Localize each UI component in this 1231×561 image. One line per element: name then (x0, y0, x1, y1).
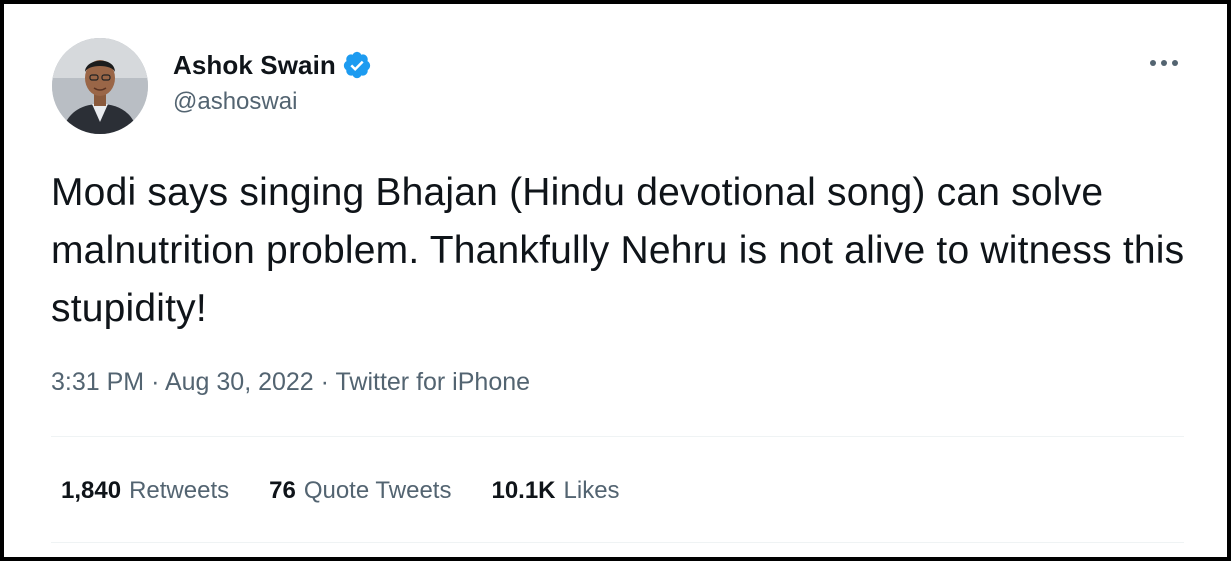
tweet-text: Modi says singing Bhajan (Hindu devotion… (51, 171, 1185, 330)
avatar-photo (52, 38, 148, 134)
more-options-icon (1150, 60, 1178, 66)
avatar[interactable] (52, 38, 148, 134)
tweet-stats: 1,840 Retweets 76 Quote Tweets 10.1K Likes (61, 477, 660, 505)
tweet-time[interactable]: 3:31 PM (51, 368, 144, 396)
author-name-row: Ashok Swain (173, 48, 372, 82)
meta-separator: · (151, 368, 160, 396)
divider (51, 436, 1184, 437)
quote-tweets-count: 76 (269, 477, 296, 504)
meta-separator: · (320, 368, 329, 396)
tweet-source[interactable]: Twitter for iPhone (336, 368, 531, 396)
author-handle[interactable]: @ashoswai (173, 88, 297, 116)
retweets-stat[interactable]: 1,840 Retweets (61, 477, 229, 505)
author-display-name[interactable]: Ashok Swain (173, 50, 336, 81)
more-options-button[interactable] (1142, 48, 1186, 78)
likes-label: Likes (563, 477, 620, 504)
quote-tweets-label: Quote Tweets (303, 477, 452, 504)
tweet-date[interactable]: Aug 30, 2022 (165, 368, 314, 396)
tweet-card: Ashok Swain @ashoswai Modi says singing … (0, 0, 1231, 561)
likes-stat[interactable]: 10.1K Likes (491, 477, 619, 505)
likes-count: 10.1K (491, 477, 556, 504)
tweet-meta: 3:31 PM · Aug 30, 2022 · Twitter for iPh… (51, 368, 530, 397)
verified-badge-icon (342, 50, 372, 80)
retweets-label: Retweets (129, 477, 230, 504)
divider (51, 542, 1184, 543)
quote-tweets-stat[interactable]: 76 Quote Tweets (269, 477, 451, 505)
retweets-count: 1,840 (61, 477, 122, 504)
